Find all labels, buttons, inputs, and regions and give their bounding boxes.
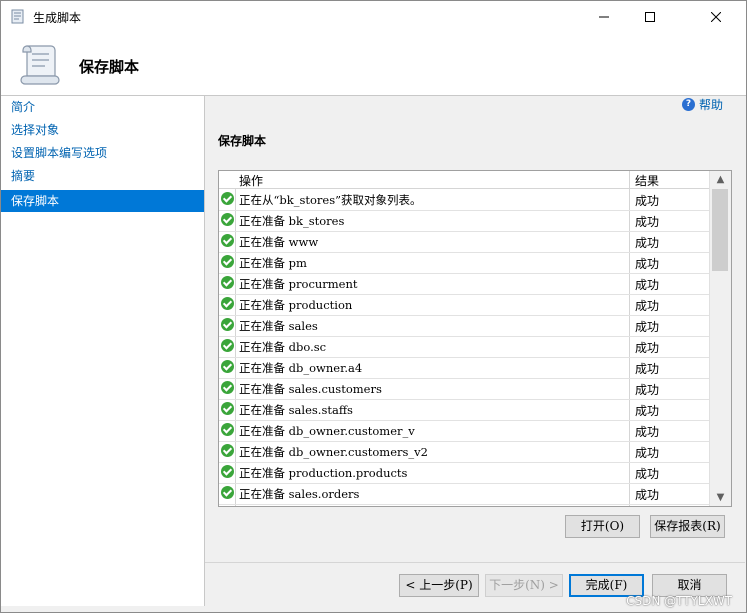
table-row[interactable]: 正在准备 bk_stores 成功 bbox=[219, 210, 709, 232]
row-result: 成功 bbox=[635, 488, 660, 502]
table-row[interactable]: 正在准备 db_owner.a4 成功 bbox=[219, 357, 709, 379]
sidebar-item-select-objects[interactable]: 选择对象 bbox=[1, 119, 204, 141]
footer-divider bbox=[205, 562, 745, 563]
success-check-icon bbox=[221, 318, 234, 331]
success-check-icon bbox=[221, 486, 234, 499]
column-header-operation[interactable]: 操作 bbox=[239, 172, 263, 189]
row-result: 成功 bbox=[635, 383, 660, 397]
save-report-button[interactable]: 保存报表(R) bbox=[650, 515, 725, 538]
help-label: 帮助 bbox=[698, 98, 723, 112]
help-link[interactable]: ? 帮助 bbox=[681, 96, 723, 113]
row-operation: 正在准备 db_owner.customer_v bbox=[239, 424, 415, 438]
title-bar: 生成脚本 bbox=[1, 1, 746, 33]
row-operation: 正在准备 bk_stores bbox=[239, 214, 345, 228]
table-row[interactable]: 正在准备 db_owner.customer_v 成功 bbox=[219, 420, 709, 442]
row-result: 成功 bbox=[635, 467, 660, 481]
row-operation: 正在准备 db_owner.customers_v2 bbox=[239, 445, 428, 459]
results-grid[interactable]: 操作 结果 正在从“bk_stores”获取对象列表。 成功 正在准备 bk_st… bbox=[218, 170, 732, 507]
row-operation: 正在准备 dbo.sc bbox=[239, 340, 327, 354]
row-operation: 正在准备 sales.staffs bbox=[239, 403, 353, 417]
row-operation: 正在准备 pm bbox=[239, 256, 307, 270]
close-button[interactable] bbox=[693, 1, 739, 33]
table-row[interactable]: 正在从“bk_stores”获取对象列表。 成功 bbox=[219, 189, 709, 211]
table-row[interactable]: 正在准备 production 成功 bbox=[219, 294, 709, 316]
sidebar-item-intro[interactable]: 简介 bbox=[1, 96, 204, 118]
table-row[interactable]: 正在准备 sales.customers 成功 bbox=[219, 378, 709, 400]
grid-header: 操作 结果 bbox=[219, 171, 709, 189]
close-icon bbox=[711, 12, 721, 22]
sidebar-item-scripting-options[interactable]: 设置脚本编写选项 bbox=[1, 142, 204, 164]
table-row[interactable]: 正在准备 production.products 成功 bbox=[219, 462, 709, 484]
next-button[interactable]: 下一步(N) > bbox=[485, 574, 563, 597]
row-operation: 正在准备 sales.orders bbox=[239, 487, 360, 501]
row-operation: 正在准备 www bbox=[239, 235, 319, 249]
row-operation: 正在准备 production bbox=[239, 298, 353, 312]
success-check-icon bbox=[221, 360, 234, 373]
previous-button[interactable]: < 上一步(P) bbox=[399, 574, 479, 597]
row-result: 成功 bbox=[635, 257, 660, 271]
script-icon bbox=[11, 9, 24, 24]
table-row[interactable]: 正在准备 sales 成功 bbox=[219, 315, 709, 337]
table-row[interactable]: 正在准备 dbo.sc 成功 bbox=[219, 336, 709, 358]
row-operation: 正在准备 sales.customers bbox=[239, 382, 382, 396]
success-check-icon bbox=[221, 192, 234, 205]
row-result: 成功 bbox=[635, 362, 660, 376]
row-result: 成功 bbox=[635, 425, 660, 439]
window-title: 生成脚本 bbox=[33, 11, 82, 25]
row-result: 成功 bbox=[635, 236, 660, 250]
success-check-icon bbox=[221, 381, 234, 394]
success-check-icon bbox=[221, 213, 234, 226]
table-row[interactable]: 正在准备 db_owner.customers_v2 成功 bbox=[219, 441, 709, 463]
help-icon: ? bbox=[681, 98, 695, 111]
sidebar-item-save-script[interactable]: 保存脚本 bbox=[1, 190, 204, 212]
success-check-icon bbox=[221, 255, 234, 268]
row-result: 成功 bbox=[635, 404, 660, 418]
maximize-button[interactable] bbox=[627, 1, 673, 33]
wizard-sidebar: 简介 选择对象 设置脚本编写选项 摘要 保存脚本 bbox=[1, 96, 205, 606]
table-row[interactable]: 正在准备 pm 成功 bbox=[219, 252, 709, 274]
watermark: CSDN @TTYLXWT bbox=[626, 594, 732, 608]
sidebar-item-summary[interactable]: 摘要 bbox=[1, 165, 204, 187]
row-operation: 正在从“bk_stores”获取对象列表。 bbox=[239, 193, 422, 207]
vertical-scrollbar[interactable]: ▲ ▼ bbox=[709, 171, 731, 506]
success-check-icon bbox=[221, 234, 234, 247]
maximize-icon bbox=[645, 12, 655, 22]
row-result: 成功 bbox=[635, 278, 660, 292]
row-operation: 正在准备 db_owner.a4 bbox=[239, 361, 363, 375]
row-result: 成功 bbox=[635, 320, 660, 334]
wizard-header: 保存脚本 bbox=[1, 33, 746, 96]
scroll-up-arrow-icon[interactable]: ▲ bbox=[710, 171, 731, 188]
table-row[interactable]: 正在准备 www 成功 bbox=[219, 231, 709, 253]
row-result: 成功 bbox=[635, 341, 660, 355]
row-result: 成功 bbox=[635, 194, 660, 208]
section-title: 保存脚本 bbox=[218, 134, 267, 148]
table-row[interactable]: 正在准备 procurment 成功 bbox=[219, 273, 709, 295]
main-panel: ? 帮助 保存脚本 操作 结果 正在从“bk_stores”获取对象列表。 成功 … bbox=[205, 96, 745, 606]
minimize-button[interactable] bbox=[581, 1, 627, 33]
row-operation: 正在准备 production.products bbox=[239, 466, 408, 480]
success-check-icon bbox=[221, 339, 234, 352]
row-result: 成功 bbox=[635, 299, 660, 313]
success-check-icon bbox=[221, 444, 234, 457]
column-header-result[interactable]: 结果 bbox=[635, 172, 659, 189]
row-result: 成功 bbox=[635, 446, 660, 460]
scroll-thumb[interactable] bbox=[712, 189, 728, 271]
row-operation: 正在准备 procurment bbox=[239, 277, 358, 291]
success-check-icon bbox=[221, 402, 234, 415]
success-check-icon bbox=[221, 465, 234, 478]
open-button[interactable]: 打开(O) bbox=[565, 515, 640, 538]
success-check-icon bbox=[221, 297, 234, 310]
table-row[interactable]: 正在准备 sales.staffs 成功 bbox=[219, 399, 709, 421]
table-row[interactable]: 正在准备 sales.orders 成功 bbox=[219, 483, 709, 505]
success-check-icon bbox=[221, 276, 234, 289]
header-title: 保存脚本 bbox=[79, 58, 140, 76]
row-operation: 正在准备 sales bbox=[239, 319, 318, 333]
row-result: 成功 bbox=[635, 215, 660, 229]
script-scroll-icon bbox=[20, 45, 60, 85]
success-check-icon bbox=[221, 423, 234, 436]
scroll-down-arrow-icon[interactable]: ▼ bbox=[710, 489, 731, 506]
minimize-icon bbox=[599, 16, 609, 18]
